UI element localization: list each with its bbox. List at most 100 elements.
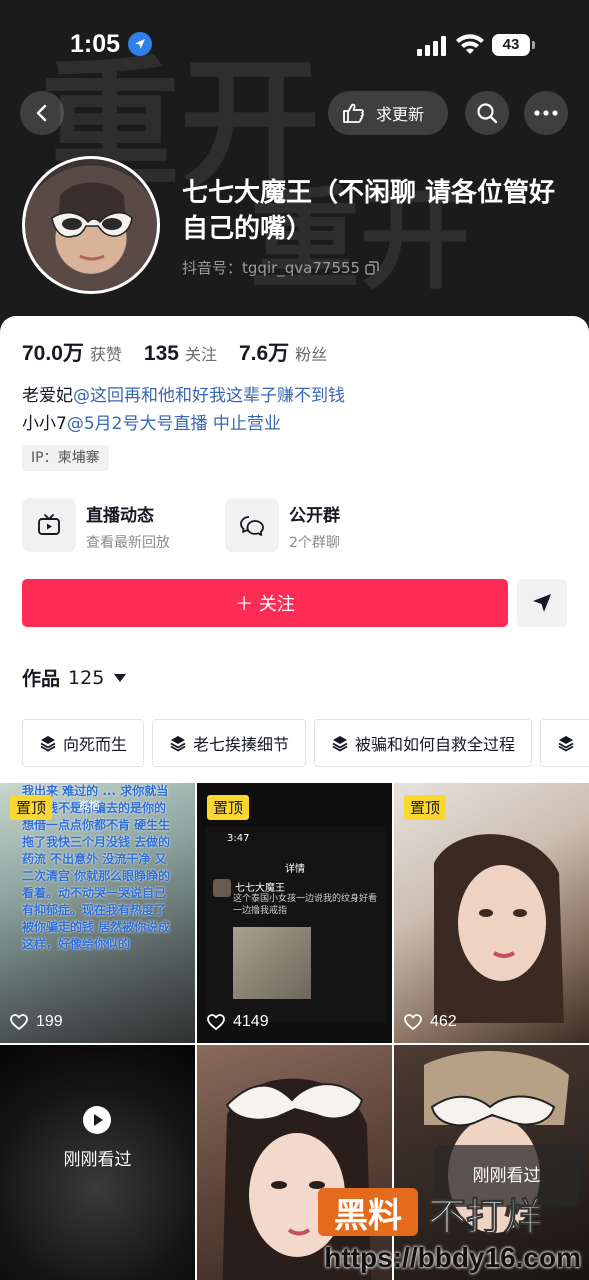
watermark-logo: 黑料 (318, 1188, 418, 1236)
collection-chip-label: 被骗和如何自救全过程 (355, 735, 516, 754)
send-icon (533, 594, 551, 612)
video-likes: 462 (404, 1013, 457, 1031)
back-button[interactable] (20, 91, 64, 135)
heart-icon (10, 1014, 28, 1030)
avatar-sunglasses-icon (51, 182, 133, 261)
status-time: 1:05 (70, 30, 121, 58)
screenshot-image (233, 927, 311, 999)
collection-chip[interactable]: 被骗和如何自救全过程 (314, 719, 533, 767)
signal-icon (417, 36, 446, 56)
play-circle-icon (83, 1106, 111, 1134)
recently-watched-label: 刚刚看过 (63, 1150, 132, 1170)
feature-text: 公开群 2个群聊 (289, 498, 340, 552)
battery-level: 43 (492, 34, 530, 56)
works-tab[interactable]: 作品 125 (22, 664, 127, 691)
collection-chip[interactable]: 老七挨揍细节 (152, 719, 307, 767)
ip-location-tag: IP：柬埔寨 (22, 445, 109, 471)
more-button[interactable] (524, 91, 568, 135)
collection-chip-partial[interactable] (540, 719, 589, 767)
video-likes: 199 (10, 1013, 63, 1031)
video-tile[interactable]: 我出来 难过的 ... 求你就当这个钱不是你骗去的是你的 想借一点点你都不肯 硬… (0, 783, 195, 1043)
works-label: 作品 (22, 668, 61, 690)
profile-nickname: 七七大魔王（不闲聊 请各位管好自己的嘴） (182, 178, 556, 244)
layers-icon (40, 736, 56, 752)
more-dots-icon (534, 110, 558, 116)
screenshot-avatar (213, 879, 231, 897)
works-count: 125 (68, 666, 105, 689)
douyin-id[interactable]: 抖音号： tgqir_qva77555 (182, 257, 379, 278)
live-updates-subtitle: 查看最新回放 (86, 535, 170, 551)
copy-icon[interactable] (365, 260, 379, 275)
avatar[interactable] (22, 156, 160, 294)
video-likes-count: 462 (430, 1013, 457, 1030)
caret-down-icon (114, 673, 127, 682)
douyin-id-value: tgqir_qva77555 (242, 258, 361, 277)
following-count[interactable]: 135 (144, 342, 179, 366)
profile-bio: 老爱妃@这回再和他和好我这辈子赚不到钱 小小7@5月2号大号直播 中止营业 (22, 382, 345, 438)
video-phone-screenshot: 3:47 详情 七七大魔王 这个泰国小女孩一边说我的纹身好看 一边撸我戒指 (205, 827, 385, 1022)
location-arrow-icon (128, 32, 152, 56)
screenshot-user: 七七大魔王 (235, 883, 285, 894)
profile-stats: 70.0万 获赞 135 关注 7.6万 粉丝 (22, 337, 349, 367)
followers-label[interactable]: 粉丝 (295, 341, 327, 365)
watermark: 黑料 不打烊 https://bbdy16.com (316, 1180, 589, 1280)
pinned-badge: 置顶 (404, 795, 447, 820)
feature-text: 直播动态 查看最新回放 (86, 498, 170, 552)
hand-point-icon (343, 103, 364, 123)
live-updates-title: 直播动态 (86, 506, 154, 526)
public-group-entry[interactable]: 公开群 2个群聊 (225, 498, 340, 552)
collection-chip-label: 老七挨揍细节 (193, 735, 290, 754)
wifi-icon (456, 34, 484, 54)
following-label[interactable]: 关注 (185, 341, 217, 365)
screenshot-time: 3:47 (227, 833, 250, 844)
followers-count[interactable]: 7.6万 (239, 337, 289, 367)
chevron-left-icon (36, 104, 47, 122)
tv-icon (38, 514, 60, 535)
share-button[interactable] (517, 579, 567, 627)
video-tile[interactable]: 3:47 详情 七七大魔王 这个泰国小女孩一边说我的纹身好看 一边撸我戒指 置顶… (197, 783, 392, 1043)
likes-count: 70.0万 (22, 342, 84, 365)
watermark-text: 不打烊 (427, 1195, 543, 1240)
douyin-id-label: 抖音号： (182, 259, 243, 277)
video-tile[interactable]: 置顶 462 (394, 783, 589, 1043)
bio-text-2: 小小7 (22, 414, 67, 434)
layers-icon (170, 736, 186, 752)
video-thumbnail-face (434, 834, 564, 1023)
watermark-url: https://bbdy16.com (324, 1242, 581, 1273)
layers-icon (558, 736, 574, 752)
battery-tip (532, 41, 535, 49)
video-likes: 4149 (207, 1013, 269, 1031)
pinned-badge: 置顶 (10, 795, 53, 820)
heart-icon (404, 1014, 422, 1030)
search-button[interactable] (465, 91, 509, 135)
collection-chip-label: 向死而生 (63, 735, 128, 754)
feature-icon-box (22, 498, 76, 552)
video-likes-count: 4149 (233, 1013, 269, 1030)
heart-icon (207, 1014, 225, 1030)
chat-icon (240, 516, 264, 536)
bio-line-2: 小小7@5月2号大号直播 中止营业 (22, 410, 345, 438)
screenshot-caption: 这个泰国小女孩一边说我的纹身好看 一边撸我戒指 (233, 894, 378, 916)
search-icon (477, 103, 498, 124)
bio-mention-2[interactable]: @5月2号大号直播 中止营业 (67, 414, 281, 434)
collection-chip[interactable]: 向死而生 (22, 719, 145, 767)
bio-mention-1[interactable]: @这回再和他和好我这辈子赚不到钱 (73, 386, 345, 406)
battery-indicator: 43 (492, 34, 536, 56)
public-group-subtitle: 2个群聊 (289, 535, 340, 551)
follow-button[interactable]: ＋ 关注 (22, 579, 508, 627)
feature-icon-box (225, 498, 279, 552)
video-overlay-top: 资格 (78, 799, 100, 812)
video-tile[interactable]: 刚刚看过 (0, 1045, 195, 1280)
likes-label: 获赞 (89, 345, 122, 364)
screenshot-title: 详情 (285, 864, 305, 875)
request-update-label: 求更新 (376, 105, 425, 124)
profile-header: 重开 重开 1:05 43 求更新 七七大魔王（不闲聊 请各位管好自己的嘴） 抖… (0, 0, 589, 340)
public-group-title: 公开群 (289, 506, 340, 526)
bio-line-1: 老爱妃@这回再和他和好我这辈子赚不到钱 (22, 382, 345, 410)
live-updates-entry[interactable]: 直播动态 查看最新回放 (22, 498, 170, 552)
bio-text-1: 老爱妃 (22, 386, 73, 406)
video-likes-count: 199 (36, 1013, 63, 1030)
request-update-button[interactable]: 求更新 (328, 91, 448, 135)
status-bar: 1:05 43 (0, 22, 589, 66)
pinned-badge: 置顶 (207, 795, 250, 820)
